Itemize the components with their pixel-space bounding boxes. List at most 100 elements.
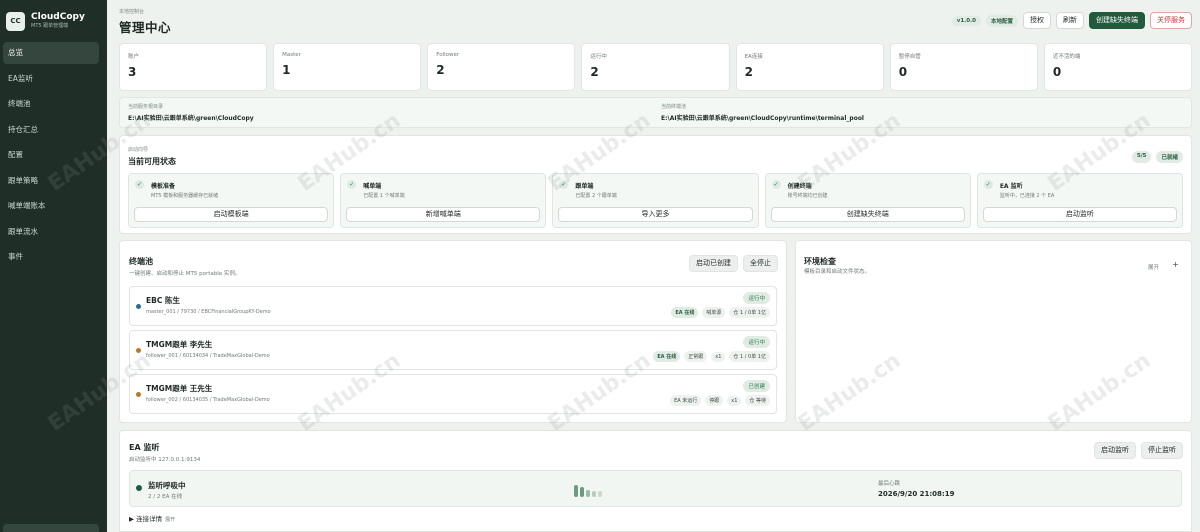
stat-card: 运行中 2	[581, 43, 730, 91]
sidebar-item-positions[interactable]: 持仓汇总	[3, 119, 99, 141]
pool-title: 终端池	[129, 257, 153, 266]
step-desc: 账号终端均已创建	[787, 193, 828, 199]
position-tag: 仓 1 / 0单 1亿	[729, 307, 770, 318]
stat-card: Follower 2	[427, 43, 576, 91]
status-dot	[136, 304, 141, 309]
env-expand-link[interactable]: 展开	[1148, 263, 1159, 271]
position-tag: 仓 1 / 0单 1亿	[729, 351, 770, 362]
sidebar: CC CloudCopy MT5 跟单管理端 总览 EA监听 终端池 持仓汇总 …	[0, 0, 107, 532]
check-icon: ✓	[983, 180, 993, 189]
stat-label: 暂停自管	[898, 54, 921, 60]
header-eyebrow: 本地控制台	[119, 9, 145, 15]
setup-wizard: 启动向导 当前可用状态 5/5 已就绪 ✓ 模板准备 MT5 模板和服务器缓存已…	[119, 135, 1192, 234]
sidebar-item-overview[interactable]: 总览	[3, 42, 99, 64]
refresh-button[interactable]: 刷新	[1056, 12, 1084, 29]
sidebar-item-strategy[interactable]: 跟单策略	[3, 170, 99, 192]
stats-row: 账户 3 Master 1 Follower 2 运行中 2 EA连接 2 暂停自管 0 近…	[119, 43, 1192, 91]
terminal-name: TMGM跟单 李先生	[146, 340, 213, 349]
ea-tag: EA 在线	[671, 307, 699, 318]
role-tag: 停跟	[705, 395, 724, 406]
check-icon: ✓	[771, 180, 781, 189]
wizard-steps: ✓ 模板准备 MT5 模板和服务器缓存已就绪 启动模板端 ✓ 喊单端 已配置 1…	[128, 173, 1184, 228]
status-badge: 已创建	[743, 380, 770, 392]
start-listen-button[interactable]: 启动监听	[1094, 442, 1136, 459]
wizard-step: ✓ 模板准备 MT5 模板和服务器缓存已就绪 启动模板端	[128, 173, 335, 228]
stat-label: EA连接	[744, 54, 763, 60]
create-terminals-button[interactable]: 创建缺失终端	[770, 207, 965, 222]
mode-badge: 本地配置	[985, 14, 1018, 27]
ea-tag: EA 未运行	[670, 395, 702, 406]
start-listen-button[interactable]: 启动监听	[982, 207, 1178, 222]
sidebar-item-events[interactable]: 事件	[3, 246, 99, 268]
connection-details-toggle[interactable]: ▶ 连接详情 展开	[129, 513, 175, 523]
plus-icon[interactable]: +	[1172, 260, 1179, 269]
stat-label: Master	[282, 52, 301, 58]
sidebar-item-ledger[interactable]: 喊单端账本	[3, 195, 99, 217]
paths-panel: 当前服务根目录 E:\AI实验田\云跟单系统\green\CloudCopy 当…	[119, 97, 1192, 128]
terminal-pool-panel: 终端池 一键创建、启动和停止 MT5 portable 实例。 启动已创建 全停…	[119, 240, 787, 423]
status-dot	[136, 392, 141, 397]
sidebar-item-ea-listen[interactable]: EA监听	[3, 68, 99, 90]
heartbeat-subtitle: 2 / 2 EA 在线	[148, 494, 183, 500]
stat-card: Master 1	[273, 43, 422, 91]
sidebar-nav: 总览 EA监听 终端池 持仓汇总 配置 跟单策略 喊单端账本 跟单流水 事件	[0, 42, 107, 268]
status-dot	[136, 485, 142, 491]
terminal-name: EBC 陈生	[146, 296, 180, 305]
pool-subtitle: 一键创建、启动和停止 MT5 portable 实例。	[129, 271, 241, 277]
start-template-button[interactable]: 启动模板端	[134, 207, 329, 222]
wizard-done-badge: 已就绪	[1156, 151, 1183, 163]
step-title: 创建终端	[787, 183, 812, 190]
sidebar-item-terminal-pool[interactable]: 终端池	[3, 93, 99, 115]
status-dot	[136, 348, 141, 353]
step-title: 模板准备	[151, 183, 176, 190]
position-tag: 仓 等待	[745, 395, 770, 406]
stat-card: 暂停自管 0	[889, 43, 1038, 91]
check-icon: ✓	[135, 180, 144, 189]
sidebar-item-flow[interactable]: 跟单流水	[3, 221, 99, 243]
terminal-row[interactable]: EBC 陈生 master_001 / 79730 / EBCFinancial…	[129, 286, 777, 326]
start-created-button[interactable]: 启动已创建	[689, 255, 738, 272]
env-check-panel: 环境检查 模板目录和启动文件状态。 展开 +	[795, 240, 1192, 423]
add-master-button[interactable]: 新增喊单端	[346, 207, 541, 222]
stat-label: 账户	[128, 54, 140, 60]
status-badge: 运行中	[743, 336, 770, 348]
wizard-step: ✓ 创建终端 账号终端均已创建 创建缺失终端	[764, 173, 971, 228]
last-heartbeat-value: 2026/9/20 21:08:19	[878, 490, 955, 498]
heartbeat-title: 监听呼吸中	[148, 481, 186, 490]
shutdown-button[interactable]: 关停服务	[1150, 12, 1192, 29]
env-title: 环境检查	[804, 257, 836, 266]
terminal-account: master_001 / 79730 / EBCFinancialGroupKY…	[146, 309, 271, 315]
connection-details-label: ▶ 连接详情	[129, 515, 163, 523]
stop-all-button[interactable]: 全停止	[743, 255, 778, 272]
stat-value: 2	[590, 65, 599, 79]
stat-value: 2	[744, 65, 753, 79]
step-desc: 监听中，已连接 2 个 EA	[999, 193, 1055, 199]
stop-listen-button[interactable]: 停止监听	[1141, 442, 1183, 459]
stat-card: EA连接 2	[735, 43, 884, 91]
step-title: 跟单端	[575, 183, 594, 190]
stat-label: Follower	[436, 52, 460, 58]
terminal-account: follower_001 / 60134034 / TradeMaxGlobal…	[146, 353, 270, 359]
stat-value: 0	[898, 65, 908, 79]
sidebar-item-config[interactable]: 配置	[3, 144, 99, 166]
step-desc: MT5 模板和服务器缓存已就绪	[151, 193, 219, 199]
role-tag: 喊单源	[702, 307, 726, 318]
header-actions: v1.0.0 本地配置 授权 刷新 创建缺失终端 关停服务	[951, 12, 1192, 29]
terminal-account: follower_002 / 60134035 / TradeMaxGlobal…	[146, 397, 270, 403]
page-title: 管理中心	[119, 20, 172, 35]
stat-value: 0	[1052, 65, 1062, 79]
step-desc: 已配置 1 个喊单端	[363, 193, 405, 199]
terminal-row[interactable]: TMGM跟单 李先生 follower_001 / 60134034 / Tra…	[129, 330, 777, 370]
ea-subtitle: 启动监听中 127.0.0.1:9134	[129, 457, 201, 463]
stat-value: 3	[128, 65, 137, 79]
wizard-step: ✓ 喊单端 已配置 1 个喊单端 新增喊单端	[340, 173, 547, 228]
auth-button[interactable]: 授权	[1023, 12, 1051, 29]
import-more-button[interactable]: 导入更多	[558, 207, 753, 222]
connection-details-expand: 展开	[165, 517, 176, 523]
wizard-progress-badge: 5/5	[1131, 151, 1152, 163]
terminal-row[interactable]: TMGM跟单 王先生 follower_002 / 60134035 / Tra…	[129, 374, 777, 414]
multiplier-tag: x1	[711, 351, 726, 362]
create-missing-button[interactable]: 创建缺失终端	[1089, 12, 1145, 29]
stat-card: 近不活的端 0	[1043, 43, 1192, 91]
app-name: CloudCopy	[31, 12, 85, 22]
